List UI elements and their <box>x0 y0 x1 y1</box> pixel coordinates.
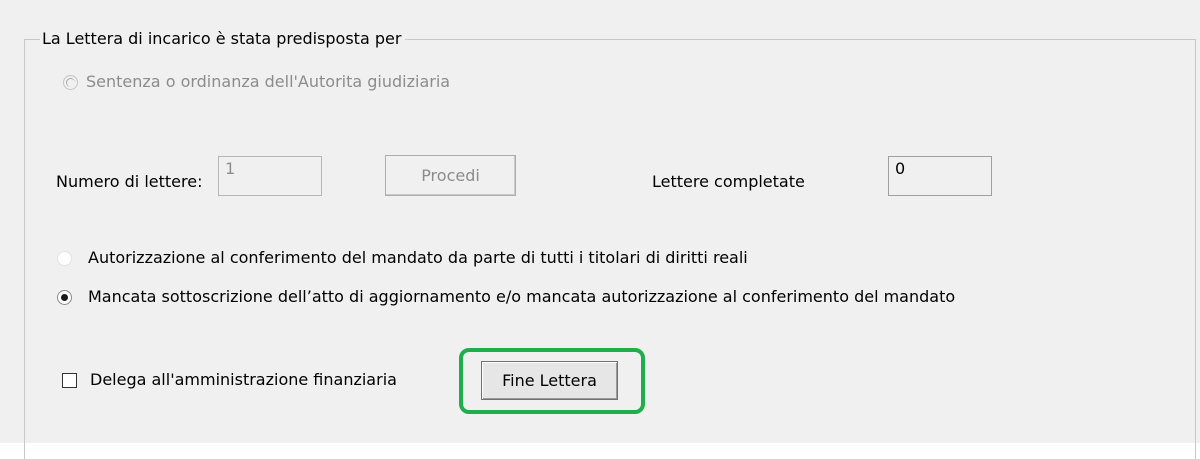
radio-autorizzazione-label: Autorizzazione al conferimento del manda… <box>88 248 748 267</box>
group-title: La Lettera di incarico è stata predispos… <box>40 26 406 52</box>
radio-mancata-label: Mancata sottoscrizione dell’atto di aggi… <box>88 287 956 306</box>
numero-lettere-field[interactable]: 1 <box>218 156 322 196</box>
dialog-panel: La Lettera di incarico è stata predispos… <box>0 0 1200 459</box>
radio-sentenza[interactable] <box>63 75 78 90</box>
radio-mancata[interactable] <box>57 290 72 305</box>
numero-lettere-label: Numero di lettere: <box>56 172 203 191</box>
radio-sentenza-label: Sentenza o ordinanza dell'Autorita giudi… <box>86 72 451 91</box>
delega-label: Delega all'amministrazione finanziaria <box>90 370 397 389</box>
fine-lettera-button[interactable]: Fine Lettera <box>481 361 618 400</box>
radio-autorizzazione[interactable] <box>57 251 72 266</box>
delega-checkbox[interactable] <box>62 373 77 388</box>
procedi-button[interactable]: Procedi <box>385 155 516 196</box>
lettere-completate-field: 0 <box>888 156 992 196</box>
lettere-completate-label: Lettere completate <box>652 172 805 191</box>
